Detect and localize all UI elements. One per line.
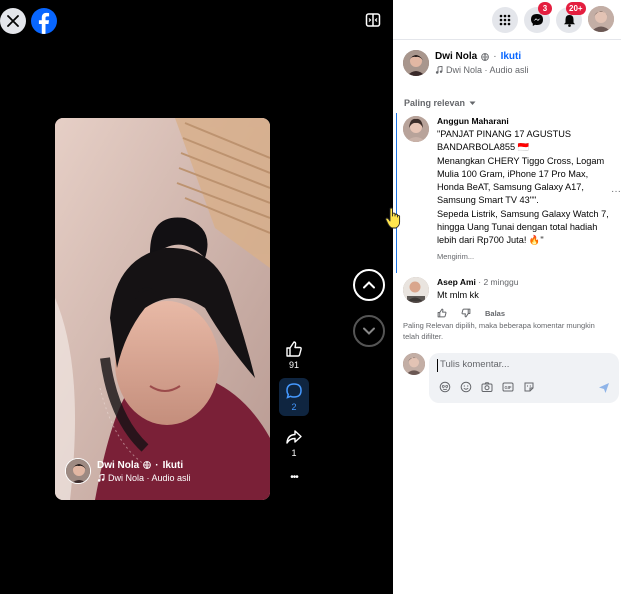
sort-label: Paling relevan	[404, 98, 466, 108]
thumbs-up-icon[interactable]	[437, 308, 447, 318]
more-icon: •••	[290, 472, 298, 483]
comment-text: Mt mlm kk	[437, 290, 479, 300]
bell-icon	[563, 14, 575, 27]
globe-icon	[143, 461, 152, 469]
avatar-image	[403, 277, 429, 303]
hand-pointer-icon	[385, 207, 401, 229]
post-author-avatar[interactable]	[403, 50, 429, 76]
reply-button[interactable]: Balas	[485, 309, 505, 318]
close-icon	[7, 15, 19, 27]
avatar-image	[403, 353, 425, 375]
close-button[interactable]	[0, 8, 26, 34]
music-note-icon	[435, 66, 443, 74]
messenger-button[interactable]: 3	[524, 2, 552, 33]
send-icon[interactable]	[598, 382, 610, 394]
like-button[interactable]: 91	[285, 340, 303, 370]
comment-options-button[interactable]: ···	[611, 186, 621, 197]
scroll-indicator	[396, 113, 397, 273]
follow-button[interactable]: Ikuti	[501, 51, 522, 62]
comment-button[interactable]: 2	[279, 378, 309, 416]
video-stage: Dwi Nola · Ikuti Dwi Nola · Audio asli 9…	[0, 0, 393, 594]
gif-icon[interactable]: GIF	[502, 381, 514, 393]
share-arrow-icon	[286, 430, 302, 444]
audio-link[interactable]: Dwi Nola · Audio asli	[108, 473, 191, 483]
post-author: Dwi Nola · Ikuti Dwi Nola · Audio asli	[403, 50, 529, 76]
notifications-button[interactable]: 20+	[556, 2, 586, 33]
comment-input[interactable]: Tulis komentar...	[437, 359, 509, 372]
comment-time[interactable]: 2 minggu	[483, 277, 518, 287]
emoji-icon[interactable]	[460, 381, 472, 393]
reel-video[interactable]: Dwi Nola · Ikuti Dwi Nola · Audio asli	[55, 118, 270, 500]
toggle-panel-button[interactable]	[365, 12, 383, 30]
comment-box: Tulis komentar... GIF	[429, 353, 619, 403]
comment-status: Mengirim...	[437, 251, 475, 261]
profile-avatar	[588, 6, 614, 32]
facebook-logo-icon	[38, 12, 50, 34]
svg-text:GIF: GIF	[505, 385, 512, 390]
video-author-name[interactable]: Dwi Nola	[97, 460, 139, 471]
commenter-name[interactable]: Asep Ami	[437, 277, 476, 287]
messenger-badge: 3	[538, 2, 552, 15]
comment-bubble-icon	[286, 383, 302, 399]
menu-button[interactable]	[492, 7, 518, 33]
more-options-button[interactable]: •••	[290, 472, 298, 483]
reel-actions: 91 2 1 •••	[279, 340, 309, 483]
next-video-button[interactable]	[353, 315, 385, 347]
previous-video-button[interactable]	[353, 269, 385, 301]
avatar-sticker-icon[interactable]	[439, 381, 451, 393]
filter-note: Paling Relevan dipilih, maka beberapa ko…	[403, 321, 595, 341]
comment-composer: Tulis komentar... GIF	[403, 353, 619, 403]
chevron-down-icon	[363, 327, 375, 335]
messenger-icon	[531, 14, 543, 26]
globe-icon	[481, 52, 490, 61]
thumbs-down-icon[interactable]	[461, 308, 471, 318]
follow-button[interactable]: Ikuti	[163, 460, 184, 471]
caret-down-icon	[469, 101, 476, 105]
commenter-name[interactable]: Anggun Maharani	[437, 116, 617, 126]
account-button[interactable]	[588, 6, 614, 32]
post-author-name[interactable]: Dwi Nola	[435, 51, 477, 62]
camera-icon[interactable]	[481, 381, 493, 393]
like-count: 91	[288, 360, 299, 370]
music-note-icon	[97, 473, 105, 482]
composer-avatar[interactable]	[403, 353, 425, 375]
audio-link[interactable]: Dwi Nola · Audio asli	[446, 65, 529, 75]
avatar-image	[66, 459, 90, 483]
share-button[interactable]: 1	[285, 428, 303, 458]
comments-panel: 3 20+ Dwi Nola · Ikuti Dwi Nola · Audio …	[393, 0, 621, 594]
share-count: 1	[291, 448, 297, 458]
thumbs-up-icon	[286, 341, 302, 357]
commenter-avatar[interactable]	[403, 277, 429, 303]
toggle-panel-icon	[365, 13, 381, 27]
notifications-badge: 20+	[566, 2, 586, 15]
avatar-image	[403, 50, 429, 76]
comment-count: 2	[291, 402, 297, 412]
video-author: Dwi Nola · Ikuti Dwi Nola · Audio asli	[65, 458, 191, 484]
separator: ·	[493, 51, 497, 62]
video-author-avatar[interactable]	[65, 458, 91, 484]
sticker-icon[interactable]	[523, 381, 535, 393]
separator: ·	[155, 459, 159, 471]
sort-dropdown[interactable]: Paling relevan	[404, 98, 476, 108]
comment-text: "PANJAT PINANG 17 AGUSTUS BANDARBOLA855 …	[437, 129, 609, 246]
avatar-image	[403, 116, 429, 142]
comment-item: Anggun Maharani "PANJAT PINANG 17 AGUSTU…	[403, 116, 617, 261]
commenter-avatar[interactable]	[403, 116, 429, 142]
top-bar: 3 20+	[393, 0, 621, 40]
apps-grid-icon	[499, 14, 511, 26]
video-frame	[55, 118, 270, 500]
comment-item: Asep Ami · 2 minggu Mt mlm kk Balas	[403, 277, 617, 318]
facebook-logo[interactable]	[31, 8, 57, 34]
chevron-up-icon	[363, 281, 375, 289]
